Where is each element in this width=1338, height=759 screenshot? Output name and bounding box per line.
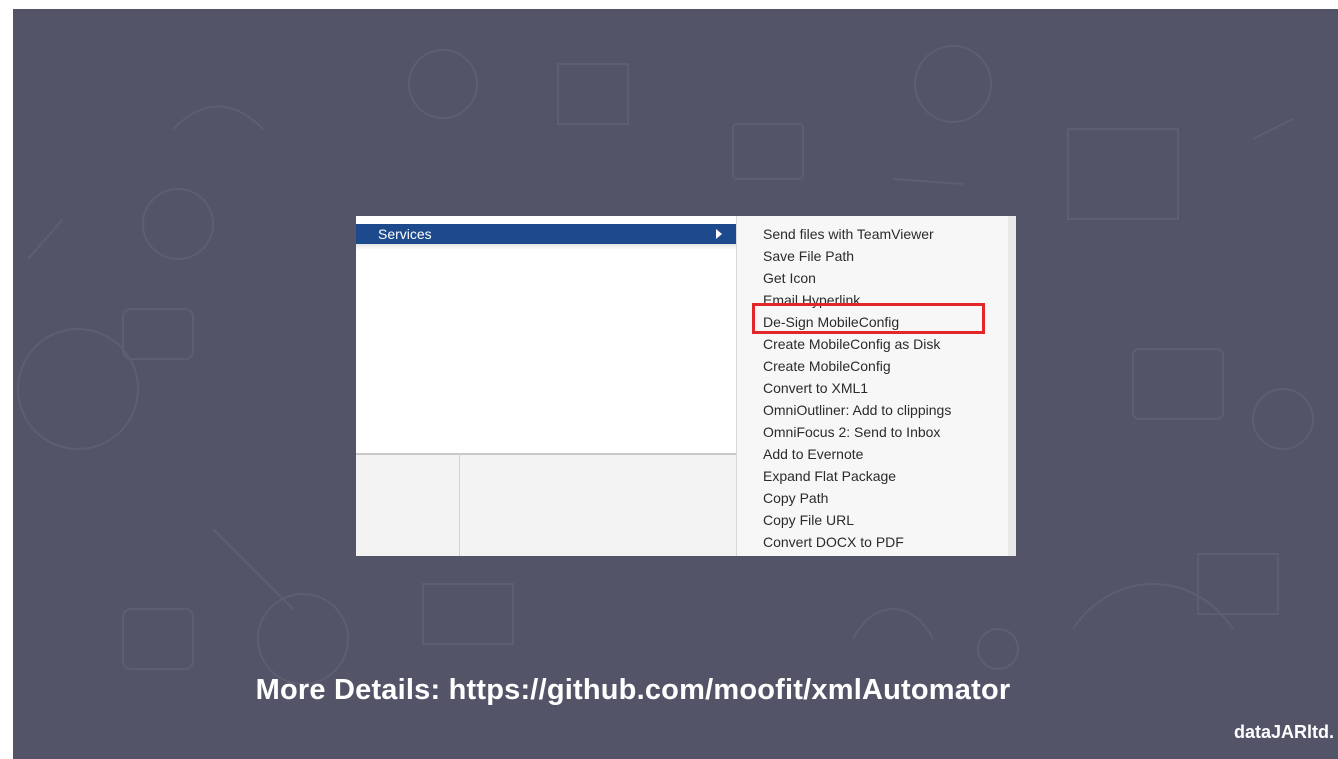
submenu-arrow-icon <box>716 229 722 239</box>
menu-shadow <box>356 244 736 250</box>
service-item-create-mobileconfig[interactable]: Create MobileConfig <box>763 355 891 377</box>
service-item-omnifocus-inbox[interactable]: OmniFocus 2: Send to Inbox <box>763 421 940 443</box>
service-item-get-icon[interactable]: Get Icon <box>763 267 816 289</box>
context-menu: Services <box>356 216 736 556</box>
brand-logo: dataJARltd. <box>1233 722 1334 742</box>
submenu-edge <box>1008 216 1016 556</box>
service-item-create-mobileconfig-disk[interactable]: Create MobileConfig as Disk <box>763 333 940 355</box>
service-item-add-to-evernote[interactable]: Add to Evernote <box>763 443 863 465</box>
service-item-copy-file-url[interactable]: Copy File URL <box>763 509 854 531</box>
finder-column-divider <box>459 453 460 556</box>
menu-item-services-label: Services <box>378 226 432 242</box>
highlight-annotation <box>752 303 985 334</box>
service-item-send-files-teamviewer[interactable]: Send files with TeamViewer <box>763 223 934 245</box>
details-link[interactable]: More Details: https://github.com/moofit/… <box>13 674 1253 707</box>
menu-item-services[interactable]: Services <box>356 224 736 245</box>
services-submenu: Send files with TeamViewer Save File Pat… <box>736 216 1009 556</box>
service-item-omnioutliner-clippings[interactable]: OmniOutliner: Add to clippings <box>763 399 951 421</box>
service-item-copy-path[interactable]: Copy Path <box>763 487 828 509</box>
finder-window-area <box>356 453 736 556</box>
service-item-save-file-path[interactable]: Save File Path <box>763 245 854 267</box>
service-item-expand-flat-package[interactable]: Expand Flat Package <box>763 465 896 487</box>
service-item-convert-docx-pdf[interactable]: Convert DOCX to PDF <box>763 531 904 553</box>
context-menu-screenshot: Services Send files with TeamViewer Save… <box>356 216 1016 556</box>
service-item-convert-to-xml1[interactable]: Convert to XML1 <box>763 377 868 399</box>
slide-background: Services Send files with TeamViewer Save… <box>13 9 1338 759</box>
